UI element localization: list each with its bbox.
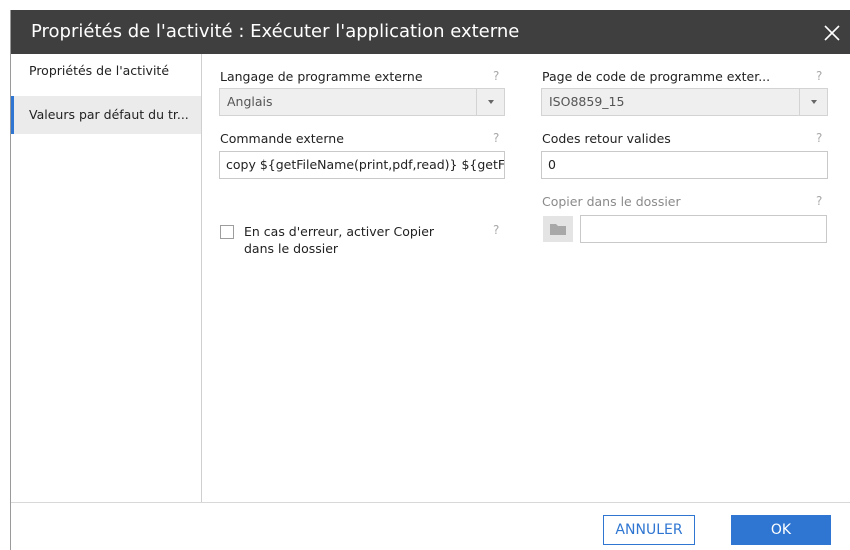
on-error-label-line1: En cas d'erreur, activer Copier: [244, 224, 435, 239]
return-codes-label: Codes retour valides: [542, 131, 671, 146]
on-error-help-icon[interactable]: ?: [493, 223, 499, 237]
chevron-down-icon: [476, 89, 504, 115]
copy-folder-input[interactable]: [580, 215, 827, 243]
language-help-icon[interactable]: ?: [493, 69, 499, 83]
chevron-down-icon: [799, 89, 827, 115]
ok-button[interactable]: OK: [731, 515, 831, 545]
codepage-help-icon[interactable]: ?: [816, 69, 822, 83]
return-codes-help-icon[interactable]: ?: [816, 131, 822, 145]
return-codes-input[interactable]: 0: [541, 151, 828, 179]
folder-icon: [550, 224, 566, 235]
sidebar-item-activity-properties[interactable]: Propriétés de l'activité: [11, 54, 201, 88]
codepage-select[interactable]: ISO8859_15: [541, 88, 828, 116]
sidebar-item-label: Propriétés de l'activité: [29, 63, 170, 78]
command-input[interactable]: copy ${getFileName(print,pdf,read)} ${ge…: [219, 151, 505, 179]
sidebar-item-label: Valeurs par défaut du tr...: [29, 107, 189, 122]
sidebar: Propriétés de l'activité Valeurs par déf…: [11, 54, 202, 502]
cancel-button[interactable]: ANNULER: [603, 515, 695, 545]
command-label: Commande externe: [220, 131, 344, 146]
dialog-footer: ANNULER OK: [11, 502, 850, 550]
sidebar-item-default-values[interactable]: Valeurs par défaut du tr...: [11, 96, 201, 134]
browse-folder-button[interactable]: [543, 216, 573, 242]
copy-folder-label: Copier dans le dossier: [542, 194, 681, 209]
dialog-title: Propriétés de l'activité : Exécuter l'ap…: [31, 21, 520, 42]
language-label: Langage de programme externe: [220, 69, 423, 84]
close-button[interactable]: [819, 20, 845, 46]
language-select[interactable]: Anglais: [219, 88, 505, 116]
language-value: Anglais: [227, 94, 273, 109]
copy-folder-help-icon[interactable]: ?: [816, 194, 822, 208]
codepage-label: Page de code de programme exter...: [542, 69, 771, 84]
command-help-icon[interactable]: ?: [493, 131, 499, 145]
title-bar: Propriétés de l'activité : Exécuter l'ap…: [11, 10, 850, 54]
on-error-checkbox[interactable]: [220, 225, 234, 239]
activity-properties-dialog: Propriétés de l'activité : Exécuter l'ap…: [10, 10, 850, 550]
on-error-label-line2: dans le dossier: [244, 241, 339, 256]
on-error-label: En cas d'erreur, activer Copier dans le …: [244, 223, 434, 257]
codepage-value: ISO8859_15: [549, 94, 625, 109]
close-icon: [824, 25, 840, 41]
